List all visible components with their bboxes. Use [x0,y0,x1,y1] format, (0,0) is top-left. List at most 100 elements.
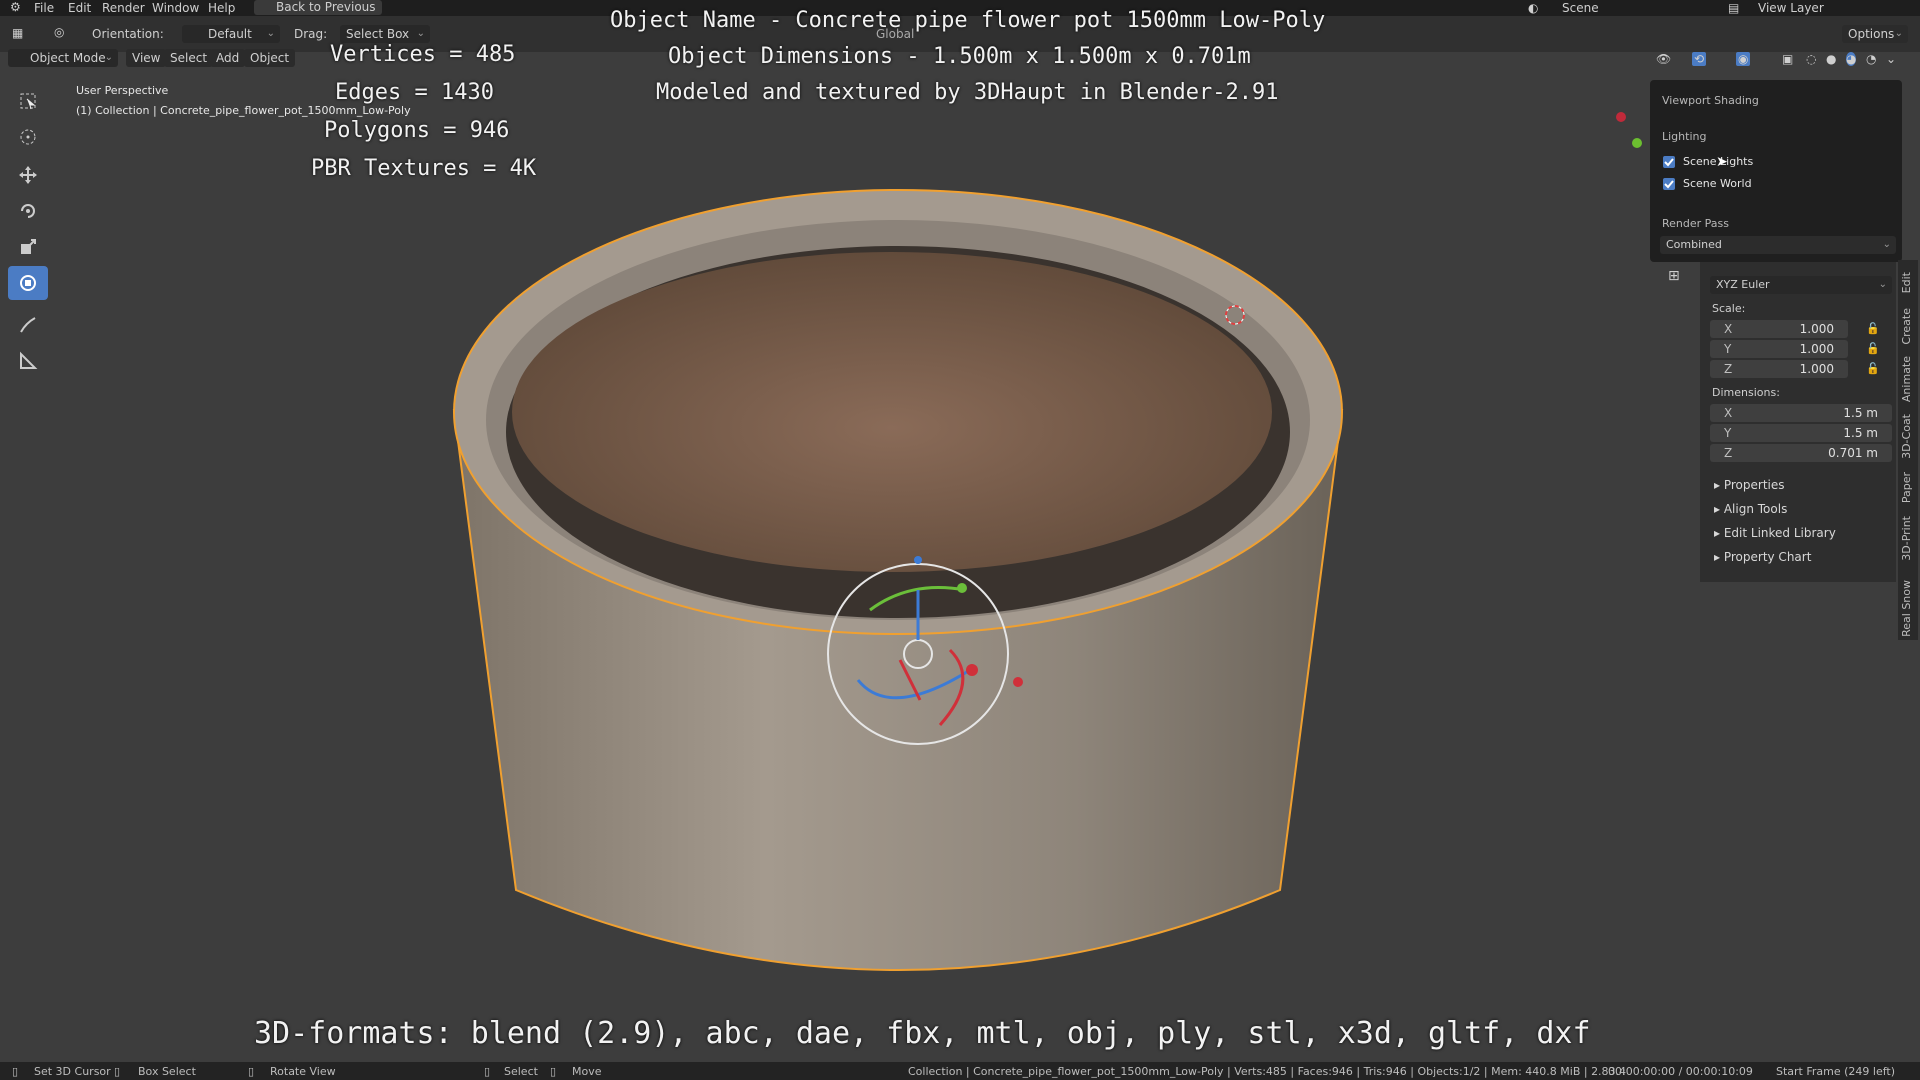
tab-edit[interactable]: Edit [1900,272,1913,293]
menu-window[interactable]: Window [152,1,199,15]
material-preview-shading-icon[interactable]: ◕ [1846,52,1857,66]
scene-world-label[interactable]: Scene World [1683,177,1752,190]
orientation-dropdown[interactable]: Default ⌄ [182,25,280,43]
viewport-perspective-label: User Perspective [76,84,169,97]
section-edit-linked-library[interactable]: ▸ Edit Linked Library [1714,526,1836,540]
scene-name[interactable]: Scene [1562,1,1599,15]
tab-3d-print[interactable]: 3D-Print [1900,516,1913,561]
scale-y-field[interactable]: Y 1.000 [1710,340,1848,358]
viewport-collection-info: (1) Collection | Concrete_pipe_flower_po… [76,104,411,117]
menu-add[interactable]: Add [210,49,246,67]
render-pass-dropdown[interactable]: Combined ⌄ [1660,236,1896,254]
status-scene-info: Collection | Concrete_pipe_flower_pot_15… [908,1065,1627,1078]
drag-dropdown[interactable]: Select Box ⌄ [340,25,430,43]
solid-shading-icon[interactable]: ● [1826,52,1836,66]
status-bar: ▯ Set 3D Cursor ▯ Box Select ▯ Rotate Vi… [0,1062,1920,1080]
transform-tool-icon[interactable] [8,266,48,300]
status-rotate-view: Rotate View [270,1065,336,1078]
xray-toggle-icon[interactable]: ▣ [1782,52,1793,66]
menu-select[interactable]: Select [164,49,214,67]
author-title: Modeled and textured by 3DHaupt in Blend… [656,80,1279,105]
view-layer-name[interactable]: View Layer [1758,1,1824,15]
transform-tool-icon[interactable]: ◎ [54,25,64,39]
mouse-right-icon: ▯ [550,1065,557,1078]
mouse-left-icon: ▯ [484,1065,491,1078]
mouse-left-icon: ▯ [12,1065,19,1078]
render-pass-label: Render Pass [1662,217,1729,230]
menu-object[interactable]: Object [244,49,296,67]
nav-gizmo-y[interactable] [1632,138,1642,148]
mode-dropdown[interactable]: Object Mode ⌄ [8,49,118,67]
transform-gizmo[interactable] [820,550,1040,760]
stat-polygons: Polygons = 946 [324,118,510,143]
mouse-pointer-icon: ➤ [1716,154,1728,170]
dimension-x-field[interactable]: X 1.5 m [1710,404,1892,422]
menu-render[interactable]: Render [102,1,145,15]
lock-icon[interactable]: 🔓 [1866,362,1880,375]
scene-icon[interactable]: ◐ [1528,1,1538,15]
view-layer-icon[interactable]: ▤ [1728,1,1739,15]
view-object-types-icon[interactable]: 👁 [1656,52,1671,66]
shading-options-chevron-icon[interactable]: ⌄ [1886,52,1896,66]
lock-icon[interactable]: 🔓 [1866,322,1880,335]
annotate-tool-icon[interactable] [8,308,48,342]
status-set-cursor: Set 3D Cursor [34,1065,111,1078]
back-to-previous-button[interactable]: Back to Previous [254,0,382,15]
stat-vertices: Vertices = 485 [330,42,516,67]
orientation-label: Orientation: [92,27,164,41]
section-align-tools[interactable]: ▸ Align Tools [1714,502,1787,516]
scale-z-field[interactable]: Z 1.000 [1710,360,1848,378]
dimensions-label: Dimensions: [1712,386,1780,399]
mouse-right-icon: ▯ [248,1065,255,1078]
gizmo-toggle-icon[interactable]: ⟲ [1692,52,1707,66]
wireframe-shading-icon[interactable]: ◌ [1806,52,1816,66]
overlay-toggle-icon[interactable]: ◉ [1736,52,1751,66]
grid-view-icon[interactable]: ⊞ [1668,268,1680,284]
formats-caption: 3D-formats: blend (2.9), abc, dae, fbx, … [254,1016,1591,1051]
move-tool-icon[interactable] [8,158,48,192]
menu-help[interactable]: Help [208,1,235,15]
tab-real-snow[interactable]: Real Snow [1900,580,1913,637]
stat-edges: Edges = 1430 [335,80,494,105]
status-box-select: Box Select [138,1065,196,1078]
status-time: 00:00:00:00 / 00:00:10:09 [1608,1065,1753,1078]
status-frame: Start Frame (249 left) [1776,1065,1896,1078]
tab-animate[interactable]: Animate [1900,356,1913,402]
cursor-tool-icon[interactable] [8,120,48,154]
lock-icon[interactable]: 🔓 [1866,342,1880,355]
nav-gizmo-x[interactable] [1616,112,1626,122]
scene-lights-checkbox[interactable] [1663,156,1675,168]
rotate-tool-icon[interactable] [8,194,48,228]
menu-view[interactable]: View [126,49,167,67]
blender-logo-icon[interactable]: ⚙ [10,0,21,14]
object-dimensions-title: Object Dimensions - 1.500m x 1.500m x 0.… [668,44,1251,69]
tab-create[interactable]: Create [1900,308,1913,345]
lighting-label: Lighting [1662,130,1707,143]
scale-tool-icon[interactable] [8,230,48,264]
editor-type-icon[interactable]: ▦ [12,26,23,40]
scale-x-field[interactable]: X 1.000 [1710,320,1848,338]
dimension-y-field[interactable]: Y 1.5 m [1710,424,1892,442]
section-properties[interactable]: ▸ Properties [1714,478,1785,492]
tab-3d-coat[interactable]: 3D-Coat [1900,414,1913,459]
status-move: Move [572,1065,602,1078]
sidebar-item-panel: XYZ Euler ⌄ Scale: X 1.000 Y 1.000 Z 1.000 🔓… [1700,262,1896,582]
viewport-shading-popover: Viewport Shading Lighting Scene Lights S… [1650,80,1902,262]
scale-label: Scale: [1712,302,1746,315]
select-box-tool-icon[interactable] [8,84,48,118]
dimension-z-field[interactable]: Z 0.701 m [1710,444,1892,462]
rotation-mode-dropdown[interactable]: XYZ Euler ⌄ [1710,276,1892,294]
menu-edit[interactable]: Edit [68,1,91,15]
measure-tool-icon[interactable] [8,344,48,378]
status-select: Select [504,1065,538,1078]
mouse-middle-icon: ▯ [114,1065,121,1078]
object-name-title: Object Name - Concrete pipe flower pot 1… [610,8,1326,33]
menu-file[interactable]: File [34,1,54,15]
sidebar-tabs: Edit Create Animate 3D-Coat Paper 3D-Pri… [1898,260,1918,640]
scene-world-checkbox[interactable] [1663,178,1675,190]
tab-paper[interactable]: Paper [1900,472,1913,503]
rendered-shading-icon[interactable]: ◔ [1866,52,1876,66]
tool-shelf [8,82,48,382]
options-dropdown[interactable]: Options ⌄ [1842,25,1908,43]
section-property-chart[interactable]: ▸ Property Chart [1714,550,1811,564]
